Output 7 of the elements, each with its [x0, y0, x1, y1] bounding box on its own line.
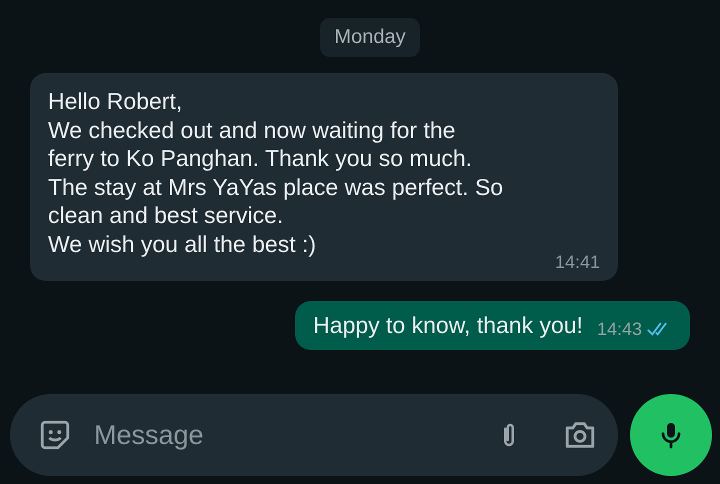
date-chip: Monday — [320, 18, 420, 57]
message-text: Happy to know, thank you! — [313, 311, 583, 340]
message-input[interactable]: Message — [94, 420, 480, 450]
message-time: 14:43 — [596, 318, 642, 340]
message-time: 14:41 — [554, 252, 600, 273]
message-text: Hello Robert, We checked out and now waiting for the ferry to Ko Panghan. Thank you so much. The stay at Mrs YaYas place was perfect. So clean and best service. We wish you all the best :) — [48, 87, 504, 258]
sticker-icon[interactable] — [38, 418, 72, 452]
